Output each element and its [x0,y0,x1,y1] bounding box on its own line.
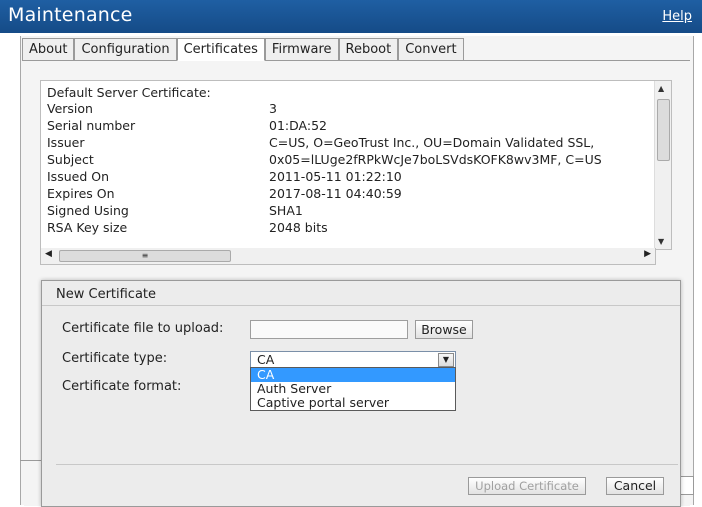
vertical-scrollbar[interactable]: ▲ ▼ [654,81,671,249]
tab-about[interactable]: About [22,38,75,61]
cert-key: Subject [47,152,94,167]
divider [56,464,678,465]
option-ca[interactable]: CA [251,368,455,382]
tab-reboot[interactable]: Reboot [338,38,399,61]
cert-value: SHA1 [269,203,303,218]
cancel-button[interactable]: Cancel [606,477,664,495]
select-value: CA [257,352,275,367]
scroll-thumb[interactable]: ≡ [59,250,231,262]
scroll-down-icon[interactable]: ▼ [658,237,664,246]
cert-value: 0x05=lLUge2fRPkWcJe7boLSVdsKOFK8wv3MF, C… [269,152,602,167]
cert-value: C=US, O=GeoTrust Inc., OU=Domain Validat… [269,135,595,150]
certificate-file-input[interactable] [250,320,408,339]
horizontal-scrollbar[interactable]: ◀ ≡ ▶ [40,248,656,265]
cert-key: Serial number [47,118,136,133]
certificate-type-label: Certificate type: [62,351,168,366]
upload-certificate-button[interactable]: Upload Certificate [468,477,586,495]
certificate-details-box: Default Server Certificate: Version 3 Se… [40,80,672,250]
page-title: Maintenance [8,4,133,26]
cert-value: 3 [269,101,277,116]
certificate-heading: Default Server Certificate: [47,85,211,100]
help-link[interactable]: Help [662,9,692,24]
file-upload-label: Certificate file to upload: [62,321,224,336]
dialog-title: New Certificate [56,287,157,302]
tab-convert[interactable]: Convert [398,38,464,61]
option-auth-server[interactable]: Auth Server [251,382,455,396]
scroll-right-icon[interactable]: ▶ [644,249,651,259]
browse-button[interactable]: Browse [415,320,473,339]
cert-key: RSA Key size [47,220,128,235]
scroll-left-icon[interactable]: ◀ [45,249,52,259]
certificate-format-label: Certificate format: [62,379,182,394]
tab-firmware[interactable]: Firmware [264,38,339,61]
cert-key: Signed Using [47,203,129,218]
scroll-thumb[interactable] [657,99,670,161]
cert-key: Version [47,101,93,116]
chevron-down-icon[interactable]: ▼ [438,353,454,367]
new-certificate-dialog: New Certificate Certificate file to uplo… [41,280,681,507]
certificate-type-dropdown: CA Auth Server Captive portal server [250,367,456,411]
option-captive-portal-server[interactable]: Captive portal server [251,396,455,410]
title-bar: Maintenance Help [0,0,702,33]
cert-value: 01:DA:52 [269,118,327,133]
cert-value: 2048 bits [269,220,328,235]
cert-value: 2017-08-11 04:40:59 [269,186,402,201]
tab-certificates[interactable]: Certificates [176,38,265,61]
cert-key: Issuer [47,135,85,150]
scroll-up-icon[interactable]: ▲ [658,84,664,93]
cert-key: Issued On [47,169,109,184]
cert-value: 2011-05-11 01:22:10 [269,169,402,184]
divider [42,305,680,306]
divider [20,460,41,461]
tab-bar: About Configuration Certificates Firmwar… [22,38,464,61]
tab-configuration[interactable]: Configuration [74,38,177,61]
cert-key: Expires On [47,186,115,201]
